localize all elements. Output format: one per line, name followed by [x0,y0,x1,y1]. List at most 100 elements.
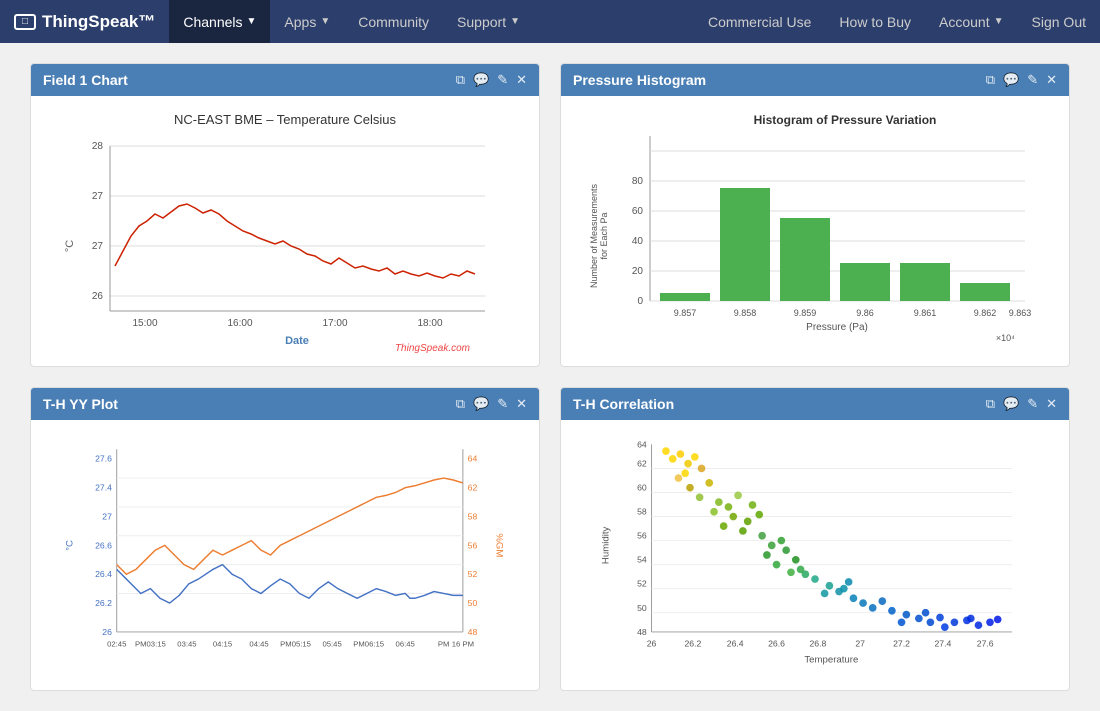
brand-name: ThingSpeak™ [42,12,155,32]
svg-text:64: 64 [637,439,647,449]
svg-text:56: 56 [637,531,647,541]
widget3-external-icon[interactable]: ⧉ [456,396,465,412]
svg-text:9.858: 9.858 [734,308,757,318]
widget2-edit-icon[interactable]: ✎ [1027,72,1038,88]
nav-apps[interactable]: Apps ▼ [270,0,344,43]
widget-th-correlation: T-H Correlation ⧉ 💬 ✎ ✕ [560,387,1070,691]
widget2-title: Pressure Histogram [573,72,706,88]
svg-text:°C: °C [64,240,76,252]
widget2-comment-icon[interactable]: 💬 [1003,72,1019,88]
widget1-external-icon[interactable]: ⧉ [456,72,465,88]
svg-text:52: 52 [468,569,478,579]
widget1-edit-icon[interactable]: ✎ [497,72,508,88]
widget3-body: 26 26.2 26.4 26.6 27 27.4 27.6 °C 48 50 … [31,420,539,690]
widget1-header: Field 1 Chart ⧉ 💬 ✎ ✕ [31,64,539,96]
widget4-body: 48 50 52 54 56 58 60 62 64 26 26.2 26.4 … [561,420,1069,690]
scatter-chart-area: 48 50 52 54 56 58 60 62 64 26 26.2 26.4 … [571,430,1059,680]
widget4-controls: ⧉ 💬 ✎ ✕ [986,396,1057,412]
channels-caret: ▼ [247,16,257,27]
widget-field1-chart: Field 1 Chart ⧉ 💬 ✎ ✕ NC-EAST BME – Temp… [30,63,540,367]
widget3-close-icon[interactable]: ✕ [516,396,527,412]
nav-community[interactable]: Community [344,0,443,43]
field1-svg: NC-EAST BME – Temperature Celsius °C 28 [41,106,529,356]
histogram-svg: Histogram of Pressure Variation Number o… [571,106,1059,356]
svg-text:48: 48 [637,627,647,637]
svg-text:27: 27 [855,638,865,648]
svg-text:%GM: %GM [494,533,505,557]
svg-text:27.4: 27.4 [95,483,112,493]
nav-howtobuy[interactable]: How to Buy [825,0,925,43]
widget4-external-icon[interactable]: ⧉ [986,396,995,412]
nav-signout[interactable]: Sign Out [1018,0,1100,43]
svg-text:27: 27 [92,241,104,252]
svg-text:50: 50 [637,603,647,613]
svg-text:04:45: 04:45 [249,639,268,648]
widget4-edit-icon[interactable]: ✎ [1027,396,1038,412]
widget1-controls: ⧉ 💬 ✎ ✕ [456,72,527,88]
svg-text:16:00: 16:00 [227,318,252,329]
svg-text:48: 48 [468,627,478,637]
svg-text:05:45: 05:45 [322,639,341,648]
svg-text:27: 27 [92,191,104,202]
svg-text:9.859: 9.859 [794,308,817,318]
widget2-external-icon[interactable]: ⧉ [986,72,995,88]
widget4-comment-icon[interactable]: 💬 [1003,396,1019,412]
widget4-header: T-H Correlation ⧉ 💬 ✎ ✕ [561,388,1069,420]
svg-text:26: 26 [102,627,112,637]
nav-right: Commercial Use How to Buy Account ▼ Sign… [694,0,1100,43]
widget3-comment-icon[interactable]: 💬 [473,396,489,412]
svg-text:ThingSpeak.com: ThingSpeak.com [395,343,470,354]
svg-text:0: 0 [637,296,643,307]
svg-text:Temperature: Temperature [804,655,858,666]
svg-text:26.4: 26.4 [95,569,112,579]
widget1-comment-icon[interactable]: 💬 [473,72,489,88]
widget3-controls: ⧉ 💬 ✎ ✕ [456,396,527,412]
svg-text:9.861: 9.861 [914,308,937,318]
svg-text:03:45: 03:45 [177,639,196,648]
brand-icon: □ [14,14,36,30]
svg-text:×10⁴: ×10⁴ [996,333,1015,343]
widget3-edit-icon[interactable]: ✎ [497,396,508,412]
histogram-chart-area: Histogram of Pressure Variation Number o… [571,106,1059,356]
svg-text:16 PM: 16 PM [452,639,474,648]
widget4-close-icon[interactable]: ✕ [1046,396,1057,412]
widget-pressure-histogram: Pressure Histogram ⧉ 💬 ✎ ✕ Histogram of … [560,63,1070,367]
svg-text:06:45: 06:45 [396,639,415,648]
nav-commercial[interactable]: Commercial Use [694,0,825,43]
svg-text:27.6: 27.6 [977,638,994,648]
svg-text:28: 28 [92,141,104,152]
widget1-close-icon[interactable]: ✕ [516,72,527,88]
svg-text:26: 26 [92,291,104,302]
nav-account[interactable]: Account ▼ [925,0,1018,43]
svg-text:9.862: 9.862 [974,308,997,318]
svg-text:20: 20 [632,266,644,277]
nav-support[interactable]: Support ▼ [443,0,534,43]
svg-text:9.86: 9.86 [856,308,874,318]
svg-text:18:00: 18:00 [417,318,442,329]
svg-text:60: 60 [637,483,647,493]
brand-logo[interactable]: □ ThingSpeak™ [0,0,169,43]
svg-text:04:15: 04:15 [213,639,232,648]
svg-text:58: 58 [637,507,647,517]
account-caret: ▼ [994,16,1004,27]
svg-text:27.2: 27.2 [893,638,910,648]
yy-chart-area: 26 26.2 26.4 26.6 27 27.4 27.6 °C 48 50 … [41,430,529,680]
svg-text:26.4: 26.4 [727,638,744,648]
svg-text:62: 62 [468,483,478,493]
svg-text:60: 60 [632,206,644,217]
widget4-title: T-H Correlation [573,396,674,412]
svg-text:54: 54 [637,555,647,565]
widget2-close-icon[interactable]: ✕ [1046,72,1057,88]
main-content: Field 1 Chart ⧉ 💬 ✎ ✕ NC-EAST BME – Temp… [0,43,1100,711]
widget-th-yy-plot: T-H YY Plot ⧉ 💬 ✎ ✕ [30,387,540,691]
svg-text:Number of Measurements: Number of Measurements [589,183,599,288]
navbar: □ ThingSpeak™ Channels ▼ Apps ▼ Communit… [0,0,1100,43]
svg-text:26.2: 26.2 [95,598,112,608]
svg-text:Date: Date [285,335,309,347]
svg-text:52: 52 [637,579,647,589]
svg-text:26.6: 26.6 [768,638,785,648]
nav-channels[interactable]: Channels ▼ [169,0,270,43]
svg-text:40: 40 [632,236,644,247]
svg-text:50: 50 [468,598,478,608]
svg-text:26.8: 26.8 [809,638,826,648]
